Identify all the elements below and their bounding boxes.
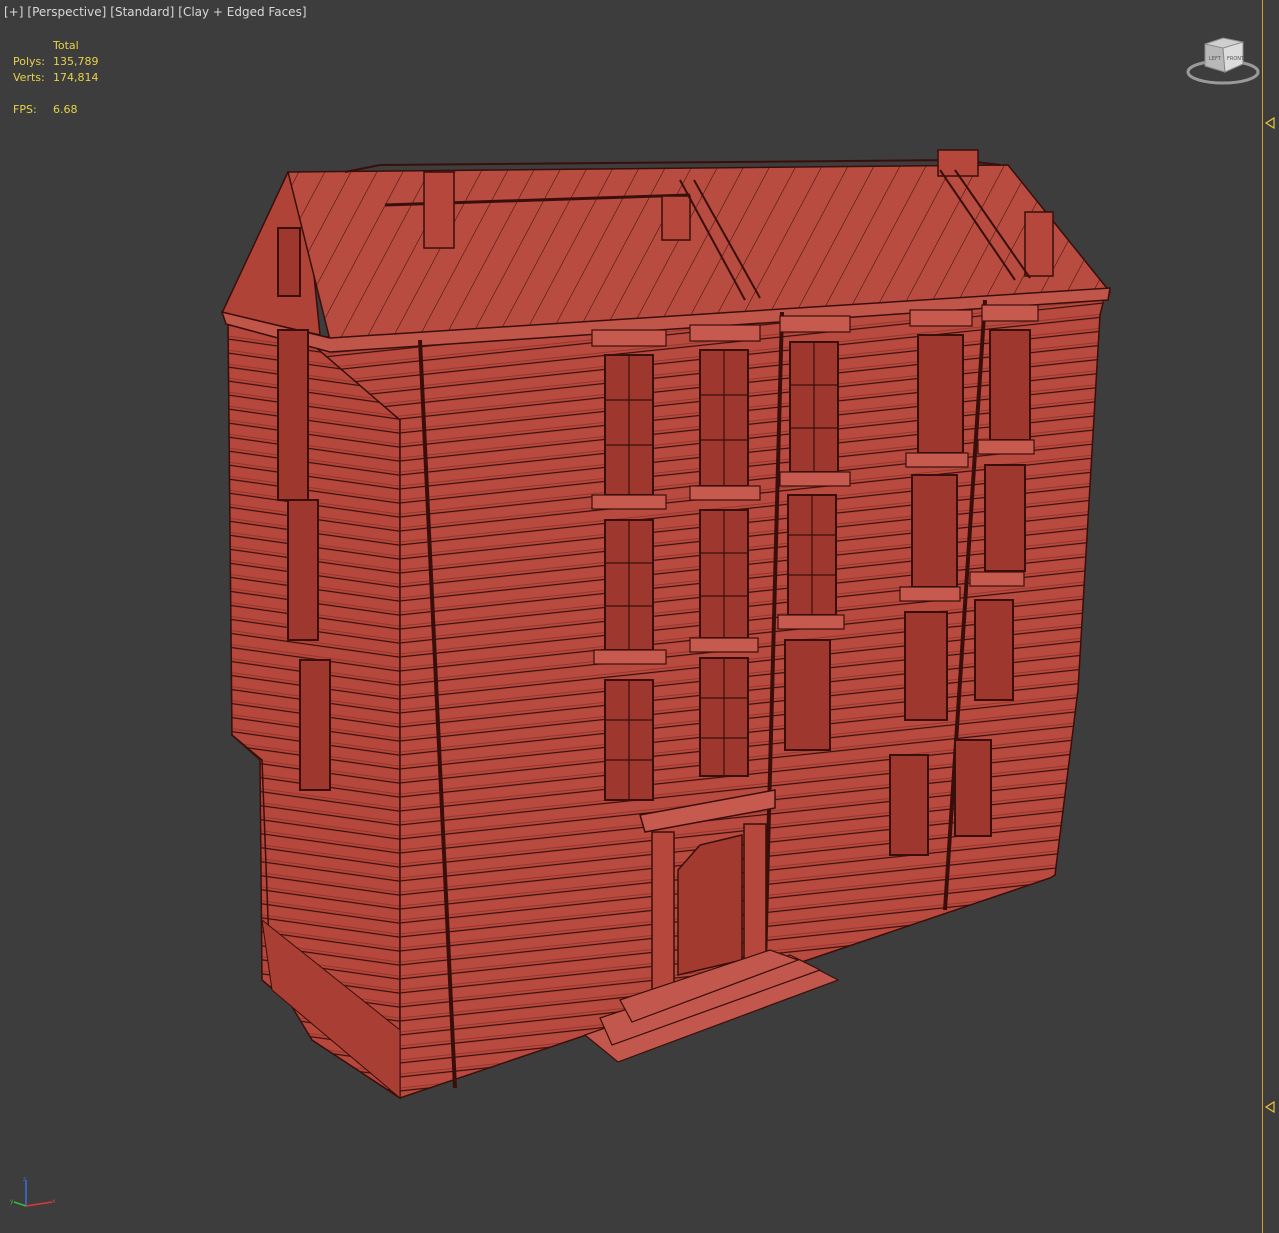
window	[299, 659, 331, 791]
triangle-marker-icon[interactable]	[1264, 117, 1276, 129]
door-pillar	[743, 823, 767, 973]
chimney	[1024, 211, 1054, 277]
chimney	[937, 149, 979, 177]
chimney	[423, 171, 455, 249]
svg-text:y: y	[10, 1198, 14, 1205]
svg-text:x: x	[52, 1198, 56, 1205]
chimney	[661, 195, 691, 241]
time-range-line	[1262, 0, 1263, 1233]
viewcube-icon[interactable]: LEFT FRONT	[1185, 34, 1261, 90]
building-model[interactable]	[0, 0, 1262, 1233]
right-edge-strip	[1262, 0, 1279, 1233]
viewcube-left-face[interactable]: LEFT	[1209, 56, 1222, 62]
window	[287, 499, 319, 641]
window	[784, 639, 831, 751]
window	[989, 329, 1031, 441]
window	[904, 611, 948, 721]
viewcube-front-face[interactable]: FRONT	[1227, 56, 1245, 62]
window	[974, 599, 1014, 701]
window	[889, 754, 929, 856]
door-pillar	[651, 831, 675, 993]
window	[917, 334, 964, 454]
window	[954, 739, 992, 837]
window	[911, 474, 958, 588]
window	[984, 464, 1026, 572]
perspective-viewport[interactable]: [+] [Perspective] [Standard] [Clay + Edged …	[0, 0, 1262, 1233]
window	[277, 227, 301, 297]
axis-tripod-icon: z y x	[10, 1176, 56, 1207]
window	[277, 329, 309, 501]
triangle-marker-icon[interactable]	[1264, 1101, 1276, 1113]
svg-text:z: z	[23, 1176, 26, 1183]
